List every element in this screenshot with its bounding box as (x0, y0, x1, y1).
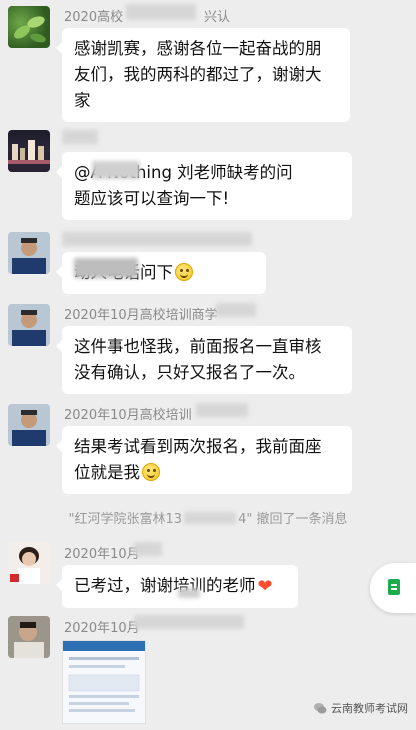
redacted-phone (184, 512, 237, 524)
redacted-name (126, 4, 196, 20)
watermark: 云南教师考试网 (313, 700, 408, 716)
redacted-text (74, 258, 138, 278)
sender-name: 2020年10月高校培训商学 (64, 308, 218, 323)
floating-document-button[interactable] (370, 563, 416, 613)
message-line: 友们，我的两科的都过了，谢谢大 (74, 65, 322, 84)
message-bubble[interactable]: 已考过，谢谢培训的老师 ❤ (56, 565, 298, 608)
redacted-mention (92, 161, 140, 179)
redacted-text (178, 588, 200, 598)
leaf-avatar-icon (14, 16, 46, 43)
person-avatar-icon (8, 404, 50, 446)
message-line: 题应该可以查询一下! (74, 189, 230, 208)
message-line: 位就是我 (74, 463, 140, 482)
sender-name: 2020年10月高校培训 (64, 408, 192, 423)
redacted-name (216, 303, 256, 317)
document-screenshot-thumbnail (63, 641, 145, 723)
redacted-name (134, 615, 244, 629)
message-line: 没有确认，只好又报名了一次。 (74, 363, 305, 382)
message-line: 家 (74, 91, 91, 110)
person-avatar-icon (8, 232, 50, 274)
avatar[interactable] (8, 130, 50, 172)
redacted-name (134, 542, 162, 556)
smile-emoji-icon (142, 463, 160, 481)
document-icon (388, 579, 400, 595)
woman-avatar-icon (8, 542, 50, 584)
avatar[interactable] (8, 6, 50, 48)
message-line: 感谢凯赛，感谢各位一起奋战的朋 (74, 39, 322, 58)
sender-name-suffix: 兴认 (204, 10, 231, 25)
chat-window: 2020高校 兴认 感谢凯赛，感谢各位一起奋战的朋 友们，我的两科的都过了，谢谢… (0, 0, 416, 730)
message-bubble[interactable]: 这件事也怪我，前面报名一直审核 没有确认，只好又报名了一次。 (56, 326, 352, 394)
avatar[interactable] (8, 542, 50, 584)
watermark-text: 云南教师考试网 (331, 702, 408, 715)
sender-name: 2020高校 (64, 10, 124, 25)
recall-notice: "红河学院张富林13 4" 撤回了一条消息 (0, 508, 416, 527)
avatar[interactable] (8, 304, 50, 346)
recall-notice-prefix: "红河学院张富林13 (68, 512, 183, 527)
city-night-avatar-icon (8, 140, 50, 172)
avatar[interactable] (8, 404, 50, 446)
redacted-name (62, 130, 98, 144)
message-line: 已考过，谢谢培训的老师 (74, 576, 256, 595)
man-avatar-icon (8, 616, 50, 658)
redacted-name (196, 403, 248, 417)
avatar[interactable] (8, 616, 50, 658)
person-avatar-icon (8, 304, 50, 346)
orange-heart-icon: ❤ (257, 576, 273, 597)
redacted-name (62, 232, 252, 246)
wechat-logo-icon (314, 703, 327, 714)
message-bubble[interactable]: 结果考试看到两次报名，我前面座 位就是我 (56, 426, 352, 494)
image-message[interactable] (62, 640, 146, 724)
smile-emoji-icon (175, 263, 193, 281)
sender-name: 2020年10月 (64, 547, 140, 562)
message-line: 这件事也怪我，前面报名一直审核 (74, 337, 322, 356)
message-bubble[interactable]: 感谢凯赛，感谢各位一起奋战的朋 友们，我的两科的都过了，谢谢大 家 (56, 28, 350, 122)
recall-notice-suffix: 4" 撤回了一条消息 (238, 512, 348, 527)
sender-name: 2020年10月 (64, 621, 140, 636)
avatar[interactable] (8, 232, 50, 274)
message-line: 结果考试看到两次报名，我前面座 (74, 437, 322, 456)
